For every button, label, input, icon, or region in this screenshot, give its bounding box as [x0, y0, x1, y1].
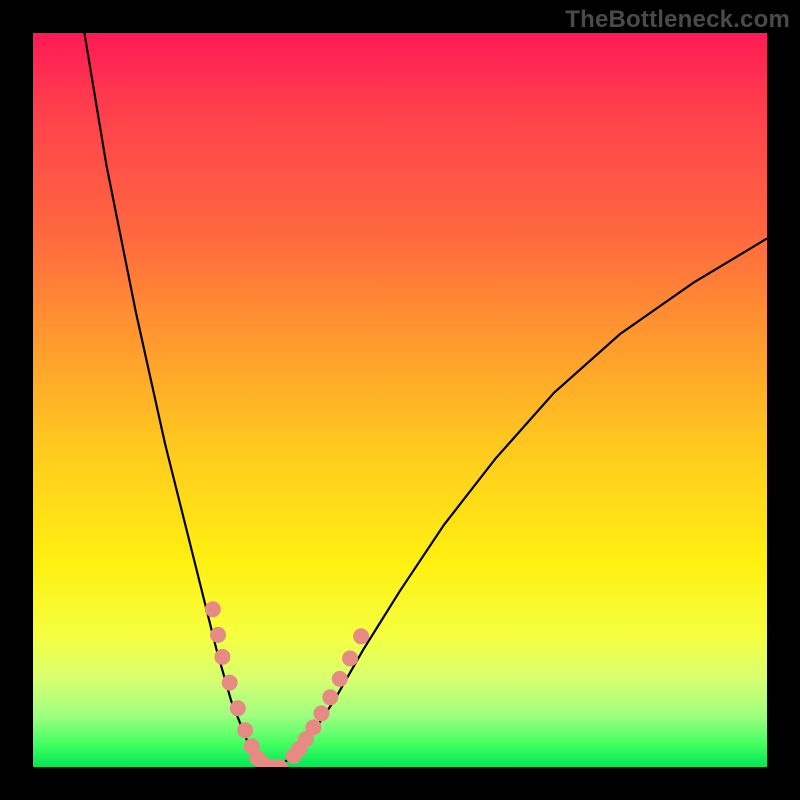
plot-area [33, 33, 767, 767]
data-point [291, 741, 307, 757]
data-point [237, 722, 253, 738]
data-point [260, 759, 276, 767]
bottleneck-curve [84, 33, 767, 767]
data-point [314, 705, 330, 721]
data-point [353, 628, 369, 644]
watermark-text: TheBottleneck.com [565, 6, 790, 34]
data-point [286, 748, 302, 764]
data-point [272, 759, 288, 767]
data-point [298, 731, 314, 747]
data-point [210, 627, 226, 643]
data-point [256, 756, 272, 767]
data-point [305, 719, 321, 735]
chart-svg [33, 33, 767, 767]
data-point [332, 671, 348, 687]
data-point [222, 675, 238, 691]
chart-frame: TheBottleneck.com [0, 0, 800, 800]
data-point [214, 649, 230, 665]
data-point [322, 689, 338, 705]
data-point [342, 650, 358, 666]
data-point [230, 700, 246, 716]
data-point [266, 759, 282, 767]
data-point [205, 601, 221, 617]
data-point [250, 750, 266, 766]
data-point [244, 738, 260, 754]
data-points [205, 601, 369, 767]
